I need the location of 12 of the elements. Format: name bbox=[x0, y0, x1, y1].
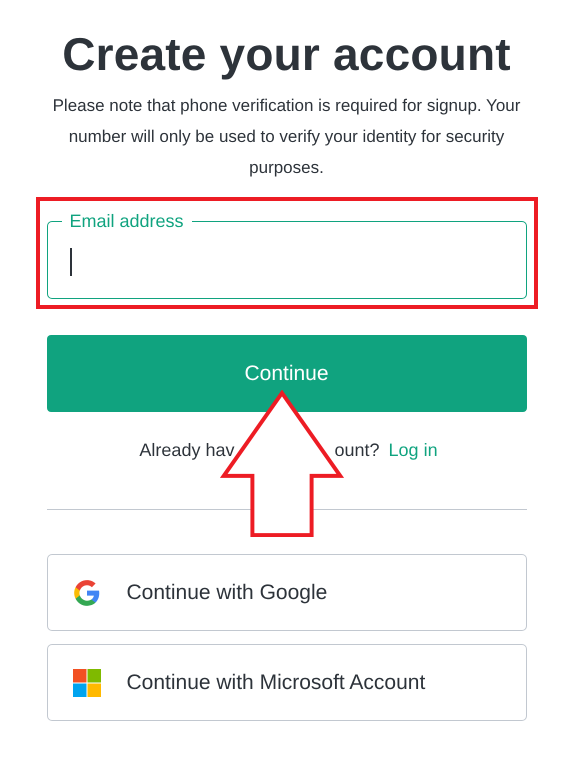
prompt-text: ount? bbox=[334, 440, 380, 461]
page-title: Create your account bbox=[61, 28, 512, 80]
text-cursor bbox=[70, 248, 72, 276]
prompt-text: Already hav bbox=[139, 440, 234, 461]
login-link[interactable]: Log in bbox=[388, 440, 438, 461]
notice-text: Please note that phone verification is required for signup. Your number will only be used to verify your identity for security purposes. bbox=[52, 95, 520, 179]
continue-button[interactable]: Continue bbox=[46, 335, 526, 412]
field-label: Email address bbox=[68, 210, 185, 233]
social-login-button[interactable]: Continue with Microsoft Account bbox=[46, 644, 526, 721]
windows-logo-icon bbox=[72, 668, 100, 696]
social-login-button[interactable]: Continue with Google bbox=[46, 554, 526, 631]
google-g-icon bbox=[72, 578, 100, 606]
